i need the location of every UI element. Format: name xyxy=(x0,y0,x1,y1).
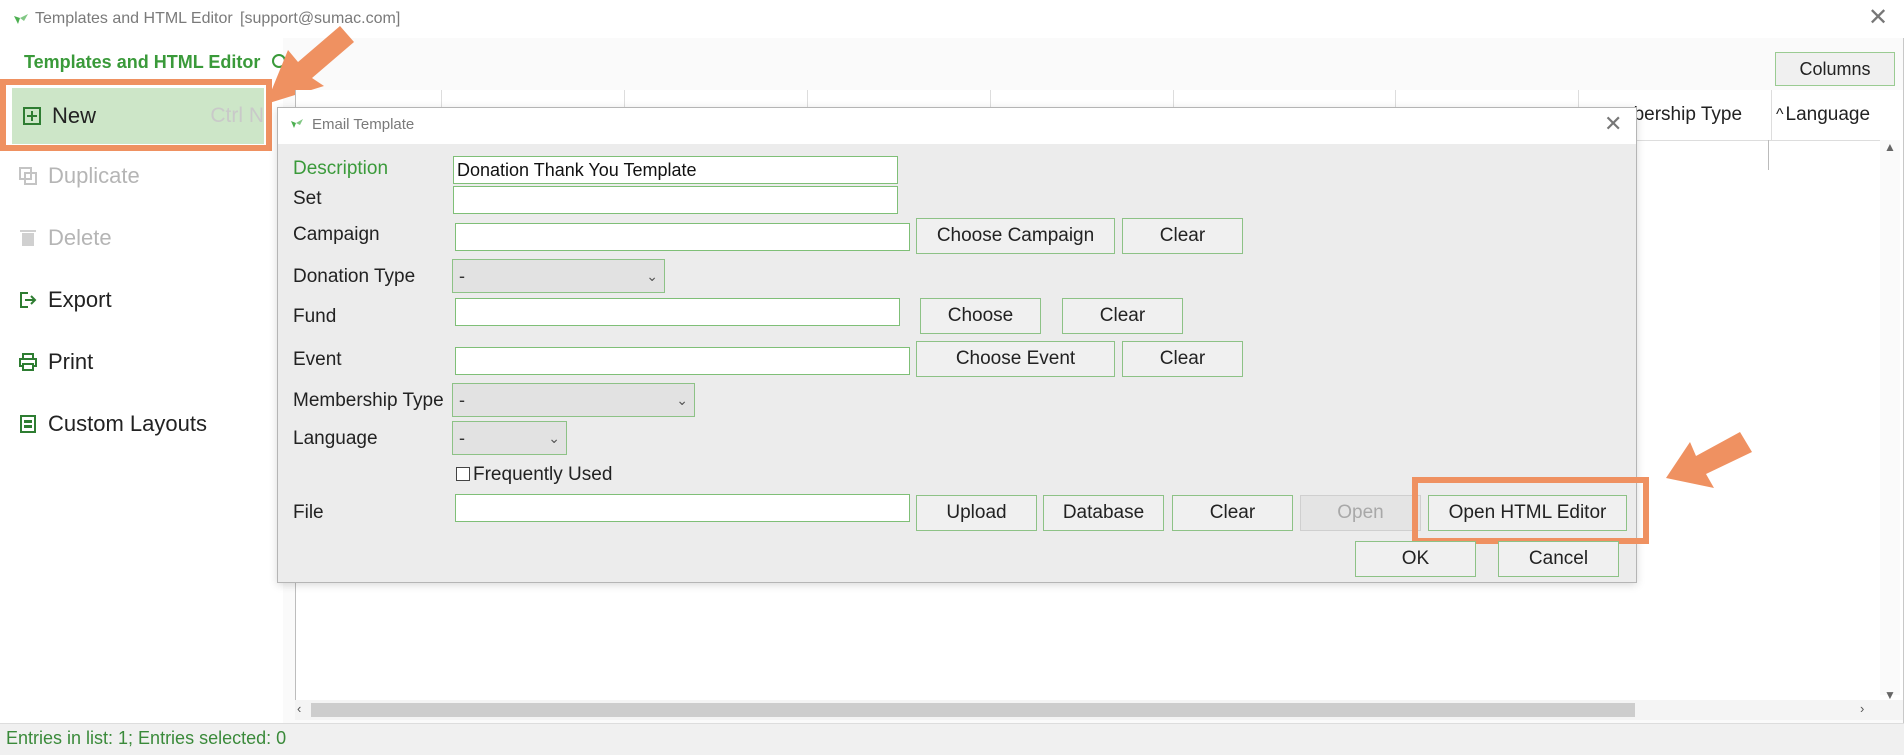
ok-button[interactable]: OK xyxy=(1355,541,1476,577)
open-button[interactable]: Open xyxy=(1300,495,1421,531)
donation-type-label: Donation Type xyxy=(293,266,416,287)
file-clear-button[interactable]: Clear xyxy=(1172,495,1293,531)
sidebar-item-duplicate[interactable]: Duplicate xyxy=(18,151,263,201)
scroll-right-icon[interactable]: › xyxy=(1860,701,1864,716)
columns-button[interactable]: Columns xyxy=(1775,52,1895,86)
sidebar-item-label: Print xyxy=(48,349,94,374)
scroll-up-icon[interactable]: ▲ xyxy=(1884,140,1896,154)
scroll-left-icon[interactable]: ‹ xyxy=(297,701,301,716)
membership-type-label: Membership Type xyxy=(293,390,444,411)
fund-label: Fund xyxy=(293,306,337,327)
chevron-down-icon: ⌄ xyxy=(676,391,688,408)
fund-field[interactable] xyxy=(455,298,900,326)
column-header-label: Language xyxy=(1785,104,1871,125)
status-text: Entries in list: 1; Entries selected: 0 xyxy=(6,728,287,748)
description-label: Description xyxy=(293,158,389,179)
vertical-scrollbar[interactable] xyxy=(1880,140,1900,695)
campaign-label: Campaign xyxy=(293,224,380,245)
layout-icon xyxy=(18,414,38,434)
frequently-used-checkbox[interactable] xyxy=(456,467,470,481)
dialog-title-bar xyxy=(278,108,1636,144)
chevron-down-icon: ⌄ xyxy=(548,429,560,446)
choose-event-button[interactable]: Choose Event xyxy=(916,341,1115,377)
language-label: Language xyxy=(293,428,378,449)
dialog-title: Email Template xyxy=(312,116,415,133)
description-field[interactable]: Donation Thank You Template xyxy=(453,156,898,184)
cancel-button[interactable]: Cancel xyxy=(1498,541,1619,577)
highlight-box-new xyxy=(0,79,272,151)
upload-button[interactable]: Upload xyxy=(916,495,1037,531)
set-label: Set xyxy=(293,188,322,209)
duplicate-icon xyxy=(18,166,38,186)
window-close-icon[interactable]: ✕ xyxy=(1868,6,1888,30)
sidebar-app-name: Templates and HTML Editor xyxy=(24,52,261,72)
chevron-down-icon: ⌄ xyxy=(646,267,658,284)
file-label: File xyxy=(293,502,324,523)
membership-type-select[interactable]: - ⌄ xyxy=(452,383,695,417)
language-select[interactable]: - ⌄ xyxy=(452,421,567,455)
campaign-field[interactable] xyxy=(455,223,910,251)
select-value: - xyxy=(459,427,465,448)
sidebar-item-print[interactable]: Print xyxy=(18,337,263,387)
column-header-language[interactable]: ^ Language xyxy=(1772,90,1892,140)
sidebar-item-label: Duplicate xyxy=(48,163,140,188)
fund-clear-button[interactable]: Clear xyxy=(1062,298,1183,334)
event-clear-button[interactable]: Clear xyxy=(1122,341,1243,377)
sort-ascending-icon: ^ xyxy=(1776,106,1784,123)
horizontal-scroll-thumb[interactable] xyxy=(311,703,1635,717)
sidebar-item-label: Custom Layouts xyxy=(48,411,207,436)
fund-choose-button[interactable]: Choose xyxy=(920,298,1041,334)
campaign-clear-button[interactable]: Clear xyxy=(1122,218,1243,254)
window-title: Templates and HTML Editor xyxy=(35,10,233,27)
app-logo-icon xyxy=(14,14,28,24)
frequently-used-label: Frequently Used xyxy=(473,464,613,485)
event-field[interactable] xyxy=(455,347,910,375)
annotation-arrow-icon xyxy=(1666,432,1752,488)
set-field[interactable] xyxy=(453,186,898,214)
file-field[interactable] xyxy=(455,494,910,522)
trash-icon xyxy=(18,228,38,248)
select-value: - xyxy=(459,265,465,286)
column-separator xyxy=(1768,140,1769,170)
event-label: Event xyxy=(293,349,342,370)
export-icon xyxy=(18,290,38,310)
sidebar-item-label: Delete xyxy=(48,225,112,250)
sidebar-item-custom-layouts[interactable]: Custom Layouts xyxy=(18,399,263,449)
choose-campaign-button[interactable]: Choose Campaign xyxy=(916,218,1115,254)
dialog-close-icon[interactable]: ✕ xyxy=(1604,111,1622,137)
sidebar-item-export[interactable]: Export xyxy=(18,275,263,325)
sidebar-item-label: Export xyxy=(48,287,112,312)
database-button[interactable]: Database xyxy=(1043,495,1164,531)
column-header-label: nbership Type xyxy=(1623,104,1743,125)
select-value: - xyxy=(459,389,465,410)
printer-icon xyxy=(18,352,38,372)
highlight-box-open-html-editor xyxy=(1412,477,1649,544)
donation-type-select[interactable]: - ⌄ xyxy=(452,259,665,293)
sidebar-item-delete[interactable]: Delete xyxy=(18,213,263,263)
dialog-logo-icon xyxy=(291,119,303,128)
